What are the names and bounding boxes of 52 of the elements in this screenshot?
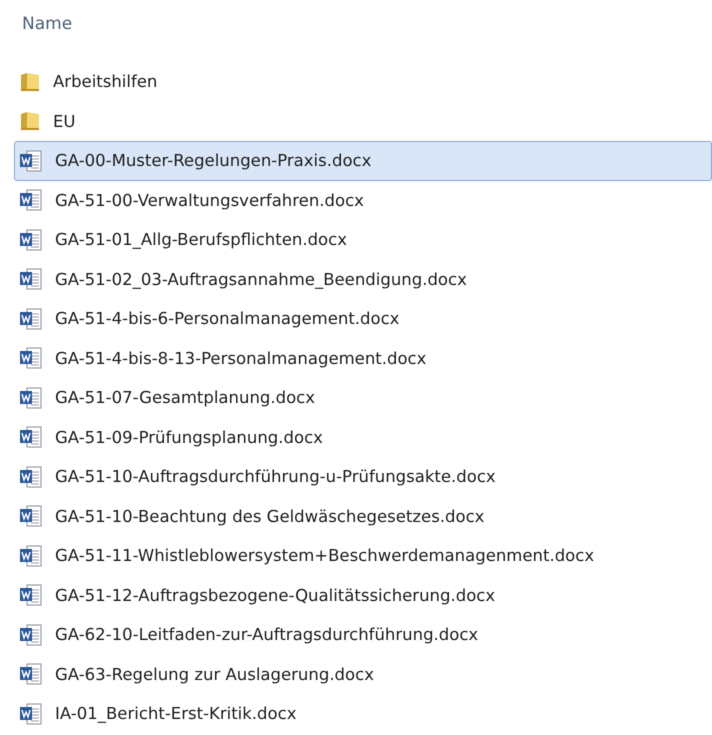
file-name: GA-51-07-Gesamtplanung.docx	[55, 388, 316, 408]
word-document-icon	[19, 624, 43, 646]
file-row[interactable]: GA-51-4-bis-8-13-Personalmanagement.docx	[14, 338, 712, 378]
word-document-icon	[19, 663, 43, 686]
file-name: IA-01_Bericht-Erst-Kritik.docx	[55, 704, 296, 724]
file-name: GA-00-Muster-Regelungen-Praxis.docx	[55, 151, 372, 170]
folder-icon	[19, 72, 41, 92]
word-document-icon	[19, 466, 43, 488]
file-name: GA-51-4-bis-6-Personalmanagement.docx	[55, 309, 400, 328]
file-name: GA-51-12-Auftragsbezogene-Qualitätssicherung.docx	[55, 586, 496, 605]
file-row[interactable]: EU	[14, 102, 712, 141]
file-name: GA-51-01_Allg-Berufspflichten.docx	[55, 230, 347, 250]
file-name: GA-51-09-Prüfungsplanung.docx	[55, 428, 323, 447]
word-document-icon	[19, 347, 43, 370]
word-document-icon	[19, 544, 43, 567]
file-name: GA-62-10-Leitfaden-zur-Auftragsdurchführung.docx	[55, 625, 478, 644]
file-row[interactable]: GA-51-11-Whistleblowersystem+Beschwerdemanagenment.docx	[14, 536, 712, 576]
file-row[interactable]: GA-51-07-Gesamtplanung.docx	[14, 378, 712, 418]
file-row[interactable]: GA-63-Regelung zur Auslagerung.docx	[14, 654, 712, 694]
column-header[interactable]: Name	[22, 14, 72, 34]
file-name: GA-51-10-Auftragsdurchführung-u-Prüfungsakte.docx	[55, 467, 496, 486]
word-document-icon	[19, 426, 43, 448]
file-row[interactable]: GA-62-10-Leitfaden-zur-Auftragsdurchführung.docx	[14, 615, 712, 654]
file-name: GA-51-02_03-Auftragsannahme_Beendigung.docx	[55, 270, 467, 289]
file-name: GA-63-Regelung zur Auslagerung.docx	[55, 664, 374, 684]
file-name: GA-51-4-bis-8-13-Personalmanagement.docx	[55, 348, 426, 368]
file-row[interactable]: GA-00-Muster-Regelungen-Praxis.docx	[14, 141, 712, 180]
file-row[interactable]: GA-51-02_03-Auftragsannahme_Beendigung.docx	[14, 260, 712, 299]
file-row[interactable]: Arbeitshilfen	[14, 62, 712, 102]
file-name: GA-51-00-Verwaltungsverfahren.docx	[55, 190, 364, 210]
word-document-icon	[19, 268, 43, 290]
file-name: GA-51-10-Beachtung des Geldwäschegesetzes.docx	[55, 506, 484, 526]
file-name: Arbeitshilfen	[53, 72, 158, 92]
file-row[interactable]: GA-51-01_Allg-Berufspflichten.docx	[14, 220, 712, 260]
file-row[interactable]: IA-01_Bericht-Erst-Kritik.docx	[14, 694, 712, 734]
word-document-icon	[19, 150, 43, 172]
file-row[interactable]: GA-51-4-bis-6-Personalmanagement.docx	[14, 299, 712, 338]
file-name: EU	[53, 112, 76, 131]
folder-icon	[19, 111, 41, 132]
word-document-icon	[19, 386, 43, 409]
word-document-icon	[19, 308, 43, 330]
file-row[interactable]: GA-51-00-Verwaltungsverfahren.docx	[14, 180, 712, 220]
file-row[interactable]: GA-51-09-Prüfungsplanung.docx	[14, 418, 712, 457]
file-name: GA-51-11-Whistleblowersystem+Beschwerdemanagenment.docx	[55, 546, 594, 566]
word-document-icon	[19, 702, 43, 725]
file-row[interactable]: GA-51-12-Auftragsbezogene-Qualitätssicherung.docx	[14, 576, 712, 615]
word-document-icon	[19, 189, 43, 212]
word-document-icon	[19, 584, 43, 606]
word-document-icon	[19, 505, 43, 528]
file-row[interactable]: GA-51-10-Beachtung des Geldwäschegesetzes.docx	[14, 496, 712, 536]
word-document-icon	[19, 228, 43, 251]
file-row[interactable]: GA-51-10-Auftragsdurchführung-u-Prüfungsakte.docx	[14, 457, 712, 496]
